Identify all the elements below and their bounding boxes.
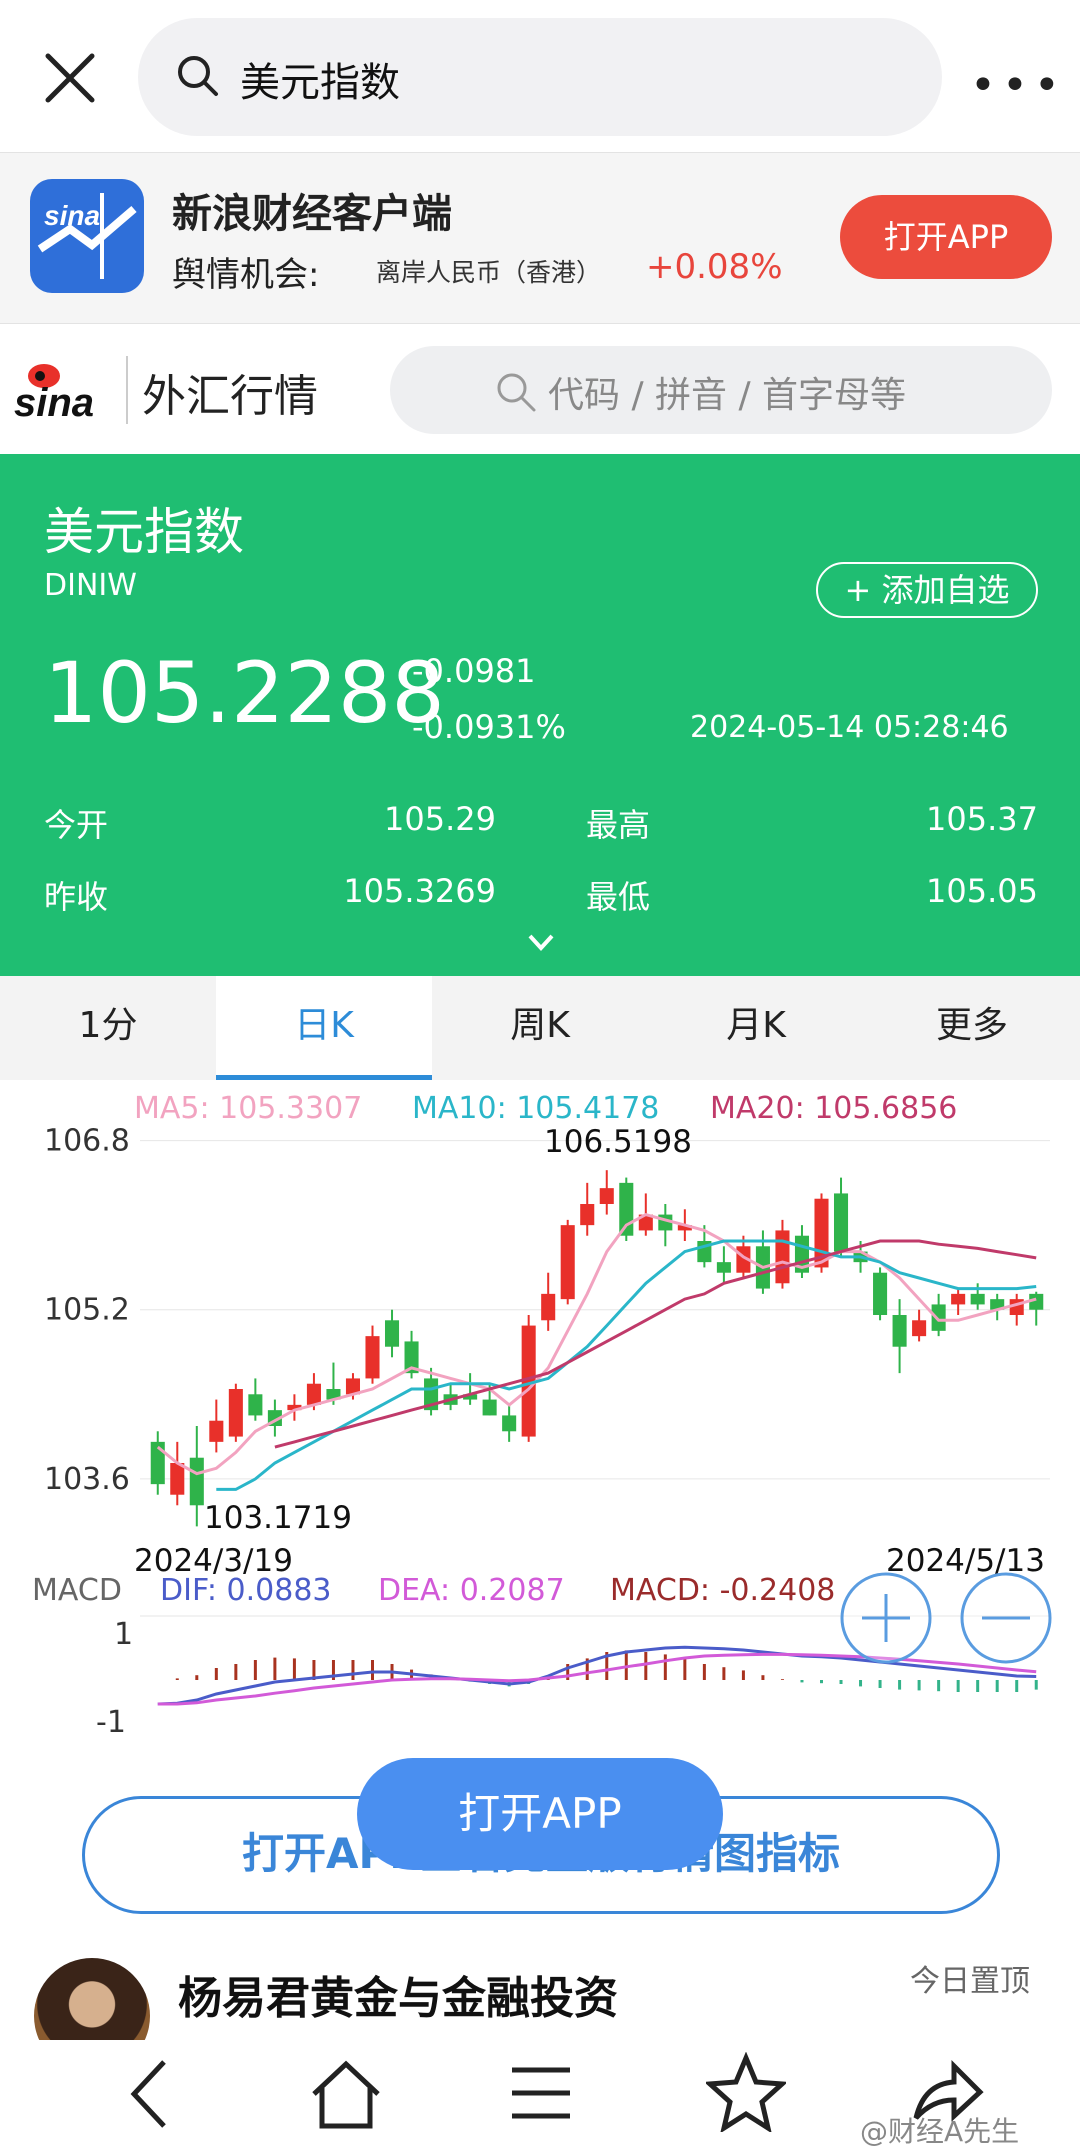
candle-body xyxy=(209,1420,224,1442)
macd-label: MACD: -0.2408 xyxy=(610,1573,835,1608)
period-tabs: 1分 日K 周K 月K 更多 xyxy=(0,976,1080,1080)
end-date-label: 2024/5/13 xyxy=(886,1543,1045,1579)
candle-body xyxy=(482,1399,497,1416)
quote-search-input[interactable]: 代码 / 拼音 / 首字母等 xyxy=(390,346,1052,434)
candle-body xyxy=(892,1315,907,1347)
tab-monthly-k[interactable]: 月K xyxy=(648,976,864,1080)
zoom-out-button[interactable] xyxy=(960,1572,1052,1664)
candle-body xyxy=(775,1230,790,1284)
pinned-tag: 今日置顶 xyxy=(910,1964,1030,1999)
chevron-down-icon[interactable] xyxy=(526,932,556,954)
low-value: 105.05 xyxy=(926,872,1038,910)
promo-line-change: +0.08% xyxy=(646,247,783,287)
search-query: 美元指数 xyxy=(240,60,400,106)
search-placeholder: 代码 / 拼音 / 首字母等 xyxy=(548,375,907,416)
prev-close-value: 105.3269 xyxy=(343,872,496,910)
app-logo-icon: sina xyxy=(30,179,144,293)
ma5-label: MA5: 105.3307 xyxy=(134,1091,362,1126)
open-label: 今开 xyxy=(44,806,109,844)
high-value: 105.37 xyxy=(926,800,1038,838)
dif-label: DIF: 0.0883 xyxy=(160,1573,332,1608)
watermark: @财经A先生 xyxy=(860,2115,1020,2148)
author-name[interactable]: 杨易君黄金与金融投资 xyxy=(178,1962,618,2026)
search-icon xyxy=(178,56,218,96)
candle-body xyxy=(580,1204,595,1226)
bottom-nav: @财经A先生 xyxy=(0,2040,1080,2149)
y-tick-label: 103.6 xyxy=(44,1462,130,1497)
price-change: -0.0981 xyxy=(412,652,536,690)
quote-time: 2024-05-14 05:28:46 xyxy=(690,710,1009,745)
candle-body xyxy=(873,1272,888,1315)
candle-body xyxy=(951,1293,966,1305)
candle-body xyxy=(560,1225,575,1300)
candle-body xyxy=(970,1293,985,1305)
star-icon[interactable] xyxy=(706,2052,786,2132)
divider xyxy=(126,356,128,424)
candle-body xyxy=(365,1336,380,1379)
candle-body xyxy=(912,1320,927,1337)
y-tick-label: 106.8 xyxy=(44,1124,130,1159)
top-bar: 美元指数 ••• xyxy=(0,0,1080,152)
floating-open-app-button[interactable]: 打开APP xyxy=(357,1758,723,1870)
low-label: 最低 xyxy=(586,878,651,916)
quote-code: DINIW xyxy=(44,568,137,603)
ma10-line xyxy=(216,1239,1037,1491)
promo-line-target: 离岸人民币（香港） xyxy=(376,258,602,287)
high-label: 最高 xyxy=(586,806,651,844)
section-title: 外汇行情 xyxy=(142,371,318,422)
zoom-in-button[interactable] xyxy=(840,1572,932,1664)
quote-panel: 美元指数 DINIW + 添加自选 105.2288 -0.0981 -0.09… xyxy=(0,454,1080,976)
home-icon[interactable] xyxy=(306,2054,386,2134)
tab-weekly-k[interactable]: 周K xyxy=(432,976,648,1080)
candle-body xyxy=(248,1394,263,1416)
search-icon xyxy=(497,373,536,412)
open-value: 105.29 xyxy=(384,800,496,838)
search-input[interactable]: 美元指数 xyxy=(138,18,942,136)
open-app-button[interactable]: 打开APP xyxy=(840,195,1052,279)
candle-body xyxy=(931,1304,946,1331)
promo-line-label: 舆情机会: xyxy=(172,255,320,295)
candle-body xyxy=(170,1463,185,1495)
low-annotation: 103.1719 xyxy=(204,1500,352,1536)
candle-body xyxy=(306,1383,321,1405)
app-name: 新浪财经客户端 xyxy=(172,191,452,237)
more-icon[interactable]: ••• xyxy=(970,60,1066,111)
current-price: 105.2288 xyxy=(44,644,445,742)
candle-body xyxy=(228,1389,243,1437)
sina-logo[interactable]: sina xyxy=(14,354,124,428)
app-promo-banner[interactable]: sina 新浪财经客户端 舆情机会: 离岸人民币（香港） +0.08% 打开AP… xyxy=(0,152,1080,324)
quote-name: 美元指数 xyxy=(44,503,244,561)
prev-close-label: 昨收 xyxy=(44,878,109,916)
add-watchlist-button[interactable]: + 添加自选 xyxy=(816,562,1038,618)
candle-body xyxy=(541,1293,556,1321)
svg-text:sina: sina xyxy=(44,200,100,231)
close-icon[interactable] xyxy=(40,48,100,108)
tab-1min[interactable]: 1分 xyxy=(0,976,216,1080)
candle-body xyxy=(833,1193,849,1252)
sina-header: sina 外汇行情 代码 / 拼音 / 首字母等 xyxy=(0,324,1080,454)
candle-body xyxy=(716,1262,731,1273)
dea-label: DEA: 0.2087 xyxy=(378,1573,565,1608)
tab-daily-k[interactable]: 日K xyxy=(216,976,432,1080)
back-icon[interactable] xyxy=(116,2054,186,2134)
candle-body xyxy=(384,1320,400,1347)
tab-more[interactable]: 更多 xyxy=(864,976,1080,1080)
macd-title: MACD xyxy=(32,1573,122,1608)
kline-chart[interactable]: MA5: 105.3307 MA10: 105.4178 MA20: 105.6… xyxy=(0,1080,1080,1740)
menu-icon[interactable] xyxy=(506,2058,576,2128)
candle-body xyxy=(599,1188,614,1204)
macd-y-tick: 1 xyxy=(114,1617,133,1652)
y-tick-label: 105.2 xyxy=(44,1293,130,1328)
ma10-label: MA10: 105.4178 xyxy=(412,1091,659,1126)
ma20-label: MA20: 105.6856 xyxy=(710,1091,957,1126)
macd-y-tick: -1 xyxy=(96,1705,126,1740)
price-change-pct: -0.0931% xyxy=(412,708,566,746)
candle-body xyxy=(502,1415,517,1432)
author-card[interactable]: 杨易君黄金与金融投资 今日置顶 xyxy=(0,1940,1080,2074)
svg-text:sina: sina xyxy=(14,381,94,424)
candle-body xyxy=(189,1457,204,1506)
candle-body xyxy=(619,1182,634,1236)
high-annotation: 106.5198 xyxy=(544,1124,692,1160)
